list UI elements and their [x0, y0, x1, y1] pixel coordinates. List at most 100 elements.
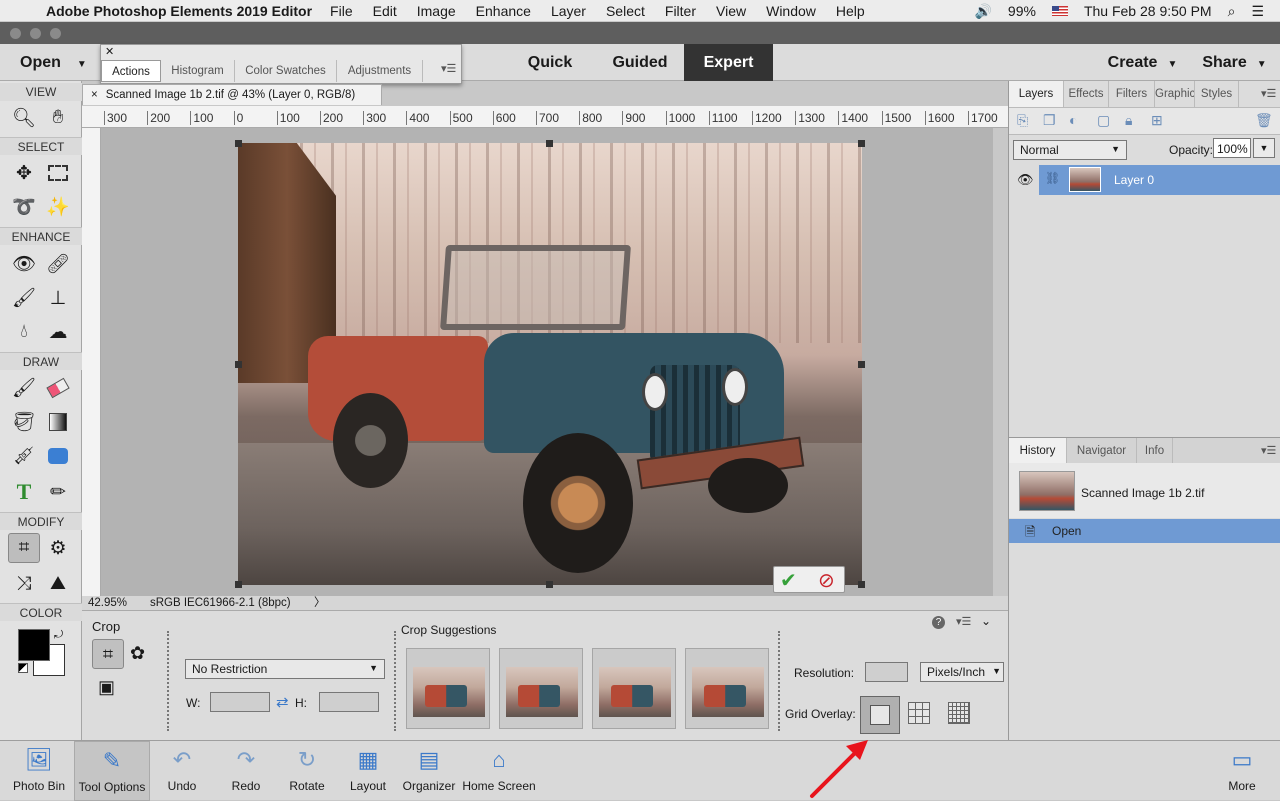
- layer-name[interactable]: Layer 0: [1114, 173, 1154, 187]
- swap-colors-icon[interactable]: ⤾: [54, 629, 63, 642]
- clone-stamp-tool-icon[interactable]: ⊥: [42, 283, 74, 313]
- crop-handle[interactable]: [235, 361, 242, 368]
- opacity-dropdown-icon[interactable]: ▼: [1253, 138, 1275, 158]
- tab-history[interactable]: History: [1009, 438, 1067, 464]
- paint-bucket-tool-icon[interactable]: 🪣︎: [8, 407, 40, 437]
- recompose-tool-icon[interactable]: ⚙︎: [42, 533, 74, 563]
- lasso-tool-icon[interactable]: ➰: [8, 192, 40, 222]
- grid-overlay-grid-button[interactable]: [948, 702, 970, 724]
- foreground-color-swatch[interactable]: [18, 629, 50, 661]
- home-screen-button[interactable]: ⌂ Home Screen: [460, 741, 538, 801]
- swap-dimensions-icon[interactable]: ⇄: [276, 693, 289, 711]
- crop-suggestion-thumb[interactable]: [406, 648, 490, 729]
- sponge-tool-icon[interactable]: ☁︎: [42, 317, 74, 347]
- crop-handle[interactable]: [858, 140, 865, 147]
- red-eye-tool-icon[interactable]: 👁︎: [8, 249, 40, 279]
- default-colors-icon[interactable]: [18, 663, 28, 673]
- link-icon[interactable]: ⛓︎: [1045, 171, 1060, 185]
- mode-quick[interactable]: Quick: [515, 44, 585, 81]
- cancel-icon[interactable]: ⊘: [818, 568, 835, 593]
- open-button[interactable]: Open ▼: [10, 44, 90, 81]
- opacity-field[interactable]: 100%: [1213, 138, 1251, 158]
- zoom-level[interactable]: 42.95%: [88, 596, 127, 610]
- document-image[interactable]: [238, 143, 862, 585]
- menu-image[interactable]: Image: [417, 3, 456, 19]
- type-tool-icon[interactable]: T: [8, 477, 40, 507]
- eyedropper-tool-icon[interactable]: 💉︎: [8, 441, 40, 471]
- zoom-tool-icon[interactable]: 🔍︎: [8, 103, 40, 133]
- panel-menu-icon[interactable]: ▾☰: [956, 615, 971, 628]
- tool-options-button[interactable]: ✎ Tool Options: [74, 741, 150, 801]
- tab-actions[interactable]: Actions: [101, 60, 161, 82]
- tab-info[interactable]: Info: [1137, 438, 1173, 464]
- menu-window[interactable]: Window: [766, 3, 816, 19]
- crop-suggestion-thumb[interactable]: [592, 648, 676, 729]
- marquee-tool-icon[interactable]: [42, 158, 74, 188]
- panel-menu-icon[interactable]: ▾☰: [441, 62, 456, 75]
- resolution-unit-select[interactable]: Pixels/Inch ▼: [920, 662, 1004, 682]
- flag-icon[interactable]: [1051, 6, 1068, 16]
- datetime[interactable]: Thu Feb 28 9:50 PM: [1084, 3, 1212, 19]
- menu-help[interactable]: Help: [836, 3, 865, 19]
- aspect-ratio-select[interactable]: No Restriction ▼: [185, 659, 385, 679]
- tab-graphics[interactable]: Graphics: [1155, 81, 1195, 107]
- more-button[interactable]: ▭ More: [1218, 741, 1266, 801]
- organizer-button[interactable]: ▤ Organizer: [400, 741, 458, 801]
- menu-view[interactable]: View: [716, 3, 746, 19]
- tab-adjustments[interactable]: Adjustments: [337, 60, 423, 82]
- crop-tool-icon[interactable]: ⌗: [8, 533, 40, 563]
- adjustment-layer-icon[interactable]: ◐: [1069, 112, 1077, 128]
- menu-select[interactable]: Select: [606, 3, 645, 19]
- tab-effects[interactable]: Effects: [1064, 81, 1109, 107]
- resolution-field[interactable]: [865, 662, 908, 682]
- tab-filters[interactable]: Filters: [1109, 81, 1155, 107]
- share-button[interactable]: Share ▼: [1192, 44, 1277, 81]
- layout-button[interactable]: ▦ Layout: [343, 741, 393, 801]
- pencil-tool-icon[interactable]: ✏︎: [42, 477, 74, 507]
- create-button[interactable]: Create ▼: [1100, 44, 1185, 81]
- move-tool-icon[interactable]: ✥: [8, 158, 40, 188]
- spotlight-search-icon[interactable]: ⌕: [1228, 3, 1236, 20]
- mode-guided[interactable]: Guided: [600, 44, 680, 81]
- crop-handle[interactable]: [858, 581, 865, 588]
- trash-icon[interactable]: 🗑︎: [1255, 112, 1273, 129]
- crop-handle[interactable]: [546, 581, 553, 588]
- document-tab[interactable]: × Scanned Image 1b 2.tif @ 43% (Layer 0, …: [82, 84, 382, 105]
- hand-tool-icon[interactable]: ✋︎: [42, 103, 74, 133]
- menu-file[interactable]: File: [330, 3, 353, 19]
- brush-tool-icon[interactable]: 🖌︎: [8, 373, 40, 403]
- crop-handle[interactable]: [235, 140, 242, 147]
- photo-bin-button[interactable]: 🖼︎ Photo Bin: [8, 741, 70, 801]
- tab-layers[interactable]: Layers: [1009, 81, 1064, 107]
- menu-layer[interactable]: Layer: [551, 3, 586, 19]
- layer-mask-icon[interactable]: ▢: [1097, 112, 1110, 129]
- crop-mode-icon[interactable]: ⌗: [92, 639, 124, 669]
- new-layer-icon[interactable]: ⎘: [1017, 112, 1028, 129]
- lock-icon[interactable]: 🔒︎: [1125, 112, 1132, 129]
- status-expand-icon[interactable]: 〉: [314, 596, 326, 610]
- history-step[interactable]: 🗎︎ Open: [1009, 519, 1280, 543]
- eraser-tool-icon[interactable]: [42, 373, 74, 403]
- content-aware-move-tool-icon[interactable]: ⤨: [8, 569, 40, 599]
- menu-filter[interactable]: Filter: [665, 3, 696, 19]
- battery-percent[interactable]: 99%: [1008, 3, 1036, 19]
- height-field[interactable]: [319, 692, 379, 712]
- collapse-chevron-icon[interactable]: ⌄: [981, 614, 991, 628]
- rotate-button[interactable]: ↻ Rotate: [282, 741, 332, 801]
- tab-histogram[interactable]: Histogram: [161, 60, 235, 82]
- menu-enhance[interactable]: Enhance: [476, 3, 531, 19]
- commit-check-icon[interactable]: ✔: [780, 568, 797, 593]
- close-icon[interactable]: ✕: [105, 45, 114, 58]
- crop-suggestion-thumb[interactable]: [685, 648, 769, 729]
- layer-row-selected[interactable]: ⛓︎ Layer 0: [1039, 165, 1280, 195]
- crop-handle[interactable]: [235, 581, 242, 588]
- straighten-tool-icon[interactable]: ⛰︎: [42, 569, 74, 599]
- new-group-icon[interactable]: ❐: [1043, 112, 1056, 129]
- spot-healing-tool-icon[interactable]: 🩹︎: [42, 249, 74, 279]
- shape-tool-icon[interactable]: [42, 441, 74, 471]
- menu-edit[interactable]: Edit: [373, 3, 397, 19]
- smart-brush-tool-icon[interactable]: 🖌︎: [8, 283, 40, 313]
- cookie-cutter-icon[interactable]: ✿: [130, 643, 145, 664]
- panel-menu-icon[interactable]: ▾☰: [1261, 87, 1276, 100]
- tab-color-swatches[interactable]: Color Swatches: [235, 60, 337, 82]
